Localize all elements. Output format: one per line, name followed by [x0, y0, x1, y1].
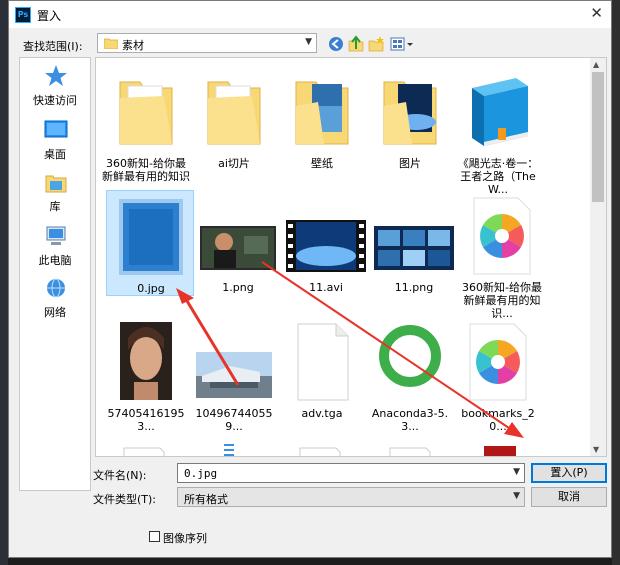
file-item-folder[interactable]: ai切片 [190, 66, 278, 170]
file-item[interactable]: bookmarks_20... [454, 316, 542, 433]
image-sequence-label: 图像序列 [163, 532, 207, 545]
scroll-thumb[interactable] [592, 72, 604, 202]
image-sequence-checkbox[interactable] [149, 531, 160, 542]
folder-icon [104, 38, 118, 49]
filetype-value: 所有格式 [184, 493, 228, 506]
filename-label: 文件名(N): [93, 469, 147, 482]
pinwheel-icon [469, 323, 527, 401]
place-label: 网络 [44, 306, 66, 319]
place-library[interactable]: 库 [20, 170, 90, 220]
vertical-scrollbar[interactable]: ▲ ▼ [590, 58, 606, 456]
file-item-folder[interactable]: 壁纸 [278, 66, 366, 170]
place-label: 桌面 [44, 148, 66, 161]
folder-icon [207, 81, 261, 145]
video-thumbnail [286, 220, 366, 272]
image-thumbnail [119, 199, 183, 275]
file-item[interactable]: 104967440559... [190, 316, 278, 433]
anaconda-icon [379, 325, 441, 387]
title-bar: Ps 置入 ✕ [9, 1, 611, 28]
chevron-down-icon[interactable]: ▼ [513, 467, 520, 477]
place-label: 库 [49, 200, 61, 213]
place-network[interactable]: 网络 [20, 276, 90, 326]
filename-value: 0.jpg [184, 467, 218, 480]
file-item[interactable]: 1.png [194, 190, 282, 294]
scroll-up-icon[interactable]: ▲ [593, 60, 599, 69]
star-icon [45, 65, 67, 86]
partial-item [123, 447, 165, 456]
partial-item [299, 447, 341, 456]
image-thumbnail [200, 226, 276, 270]
place-quick-access[interactable]: 快速访问 [20, 64, 90, 114]
file-label: 图片 [399, 157, 421, 170]
book-icon [472, 78, 528, 146]
place-dialog: Ps 置入 ✕ 查找范围(I): 素材 ▼ 快速访问 桌面 库 此电脑 网络 3… [8, 0, 612, 558]
lookin-value: 素材 [122, 39, 144, 52]
photo-thumbnail [196, 352, 272, 398]
chevron-down-icon: ▼ [305, 37, 312, 47]
view-menu-icon[interactable] [389, 35, 415, 53]
file-item-folder[interactable]: 图片 [366, 66, 454, 170]
file-label: 0.jpg [137, 282, 165, 295]
file-label: 1.png [222, 281, 254, 294]
file-item-folder[interactable]: 360新知-给你最新鲜最有用的知识_... [102, 66, 190, 196]
photoshop-icon: Ps [15, 7, 31, 23]
filetype-label: 文件类型(T): [93, 493, 157, 506]
pinwheel-icon [473, 197, 531, 275]
partial-item [389, 447, 431, 456]
lookin-dropdown[interactable]: 素材 ▼ [97, 33, 317, 53]
place-button[interactable]: 置入(P) [531, 463, 607, 483]
file-item[interactable]: Anaconda3-5.3... [366, 316, 454, 433]
computer-icon [46, 226, 66, 245]
folder-image-icon [383, 81, 437, 145]
place-this-pc[interactable]: 此电脑 [20, 224, 90, 274]
desktop-icon [44, 120, 68, 138]
new-folder-icon[interactable] [367, 35, 385, 53]
folder-icon [119, 81, 173, 145]
file-item-book[interactable]: 《飓光志·卷一：王者之路（The W... [454, 66, 542, 196]
place-desktop[interactable]: 桌面 [20, 118, 90, 168]
file-item[interactable]: adv.tga [278, 316, 366, 420]
file-label: 574054161953... [107, 407, 185, 433]
folder-image-icon [295, 81, 349, 145]
filename-input[interactable]: 0.jpg ▼ [177, 463, 525, 483]
partial-item [224, 444, 234, 456]
network-icon [47, 278, 65, 298]
file-label: 壁纸 [311, 157, 333, 170]
places-bar: 快速访问 桌面 库 此电脑 网络 [19, 57, 91, 491]
file-item-video[interactable]: 11.avi [282, 190, 370, 294]
place-label: 此电脑 [38, 254, 72, 267]
file-label: 104967440559... [195, 407, 273, 433]
file-label: Anaconda3-5.3... [371, 407, 449, 433]
cancel-button[interactable]: 取消 [531, 487, 607, 507]
background-left [0, 0, 8, 565]
document-icon [297, 323, 349, 401]
file-list[interactable]: 360新知-给你最新鲜最有用的知识_... ai切片 壁纸 [95, 57, 607, 457]
scroll-down-icon[interactable]: ▼ [593, 445, 599, 454]
up-folder-icon[interactable] [347, 35, 365, 53]
place-label: 快速访问 [33, 94, 77, 107]
close-icon[interactable]: ✕ [590, 4, 603, 22]
chevron-down-icon: ▼ [513, 491, 520, 501]
file-label: adv.tga [301, 407, 343, 420]
library-icon [45, 175, 67, 193]
file-item[interactable]: 574054161953... [102, 316, 190, 433]
file-item[interactable]: 360新知-给你最新鲜最有用的知识... [458, 190, 546, 320]
file-item-selected[interactable]: 0.jpg [106, 190, 194, 296]
portrait-thumbnail [120, 322, 172, 400]
dialog-title: 置入 [37, 9, 62, 23]
partial-item [484, 446, 516, 456]
back-icon[interactable] [327, 35, 345, 53]
lookin-label: 查找范围(I): [23, 40, 83, 53]
image-thumbnail [374, 226, 454, 270]
file-label: 11.png [394, 281, 434, 294]
file-label: 11.avi [309, 281, 343, 294]
file-item[interactable]: 11.png [370, 190, 458, 294]
filetype-dropdown[interactable]: 所有格式 ▼ [177, 487, 525, 507]
file-label: 360新知-给你最新鲜最有用的知识... [462, 281, 542, 320]
file-label: bookmarks_20... [461, 407, 535, 433]
background-right [612, 0, 620, 565]
file-label: ai切片 [218, 157, 250, 170]
